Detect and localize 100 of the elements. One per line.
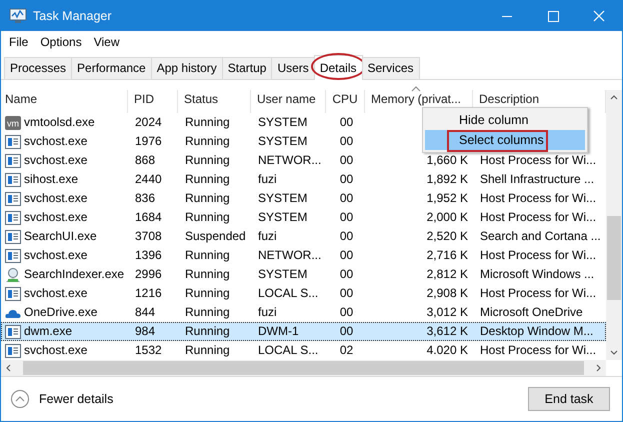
table-cell: Running — [185, 133, 230, 150]
window-icon — [5, 248, 21, 264]
table-cell: Host Process for Wi... — [480, 247, 596, 264]
column-header[interactable]: CPU — [326, 90, 365, 113]
table-cell: LOCAL S... — [258, 285, 318, 302]
table-cell: SearchUI.exe — [24, 228, 97, 245]
vertical-scrollbar[interactable] — [606, 90, 622, 360]
column-header[interactable]: Status — [178, 90, 251, 113]
window-icon — [5, 134, 21, 150]
table-cell: vmtoolsd.exe — [24, 114, 95, 131]
table-cell: Running — [185, 114, 230, 131]
table-cell: 00 — [340, 209, 354, 226]
table-cell: 844 — [135, 304, 156, 321]
table-cell: Host Process for Wi... — [480, 190, 596, 207]
table-cell: SYSTEM — [258, 209, 308, 226]
table-cell: Shell Infrastructure ... — [480, 171, 594, 188]
table-cell: svchost.exe — [24, 133, 88, 150]
table-cell: NETWOR... — [258, 152, 322, 169]
window-icon — [5, 210, 21, 226]
tab[interactable]: Services — [362, 57, 420, 79]
table-cell: Search and Cortana ... — [480, 228, 601, 245]
horizontal-scrollbar[interactable] — [1, 360, 606, 376]
table-cell: 3,012 K — [426, 304, 468, 321]
selected-row[interactable]: dwm.exe 984 Running DWM-1 00 3,612 K Desktop Window M... — [1, 322, 606, 341]
window-icon — [5, 342, 21, 358]
table-cell: svchost.exe — [24, 342, 88, 359]
table-cell: Running — [185, 171, 230, 188]
table-cell: 00 — [340, 266, 354, 283]
column-header[interactable]: PID — [128, 90, 178, 113]
table-cell: Host Process for Wi... — [480, 342, 596, 359]
tab[interactable]: Details — [314, 55, 362, 80]
table-cell: svchost.exe — [24, 152, 88, 169]
table-cell: 2,520 K — [426, 228, 468, 245]
tab[interactable]: Processes — [4, 57, 72, 79]
tab[interactable]: Startup — [222, 57, 272, 79]
table-cell: 2,812 K — [426, 266, 468, 283]
table-cell: SYSTEM — [258, 190, 308, 207]
table-cell: Running — [185, 247, 230, 264]
table-cell: SYSTEM — [258, 266, 308, 283]
table-cell: 868 — [135, 152, 156, 169]
table-cell: 00 — [340, 190, 354, 207]
menu-item[interactable]: Options — [34, 34, 88, 48]
table-cell: Microsoft Windows ... — [480, 266, 594, 283]
table-cell: 00 — [340, 114, 354, 131]
table-cell: fuzi — [258, 228, 277, 245]
table-cell: 2996 — [135, 266, 162, 283]
table-cell: DWM-1 — [258, 323, 299, 340]
magnifier-icon — [5, 266, 21, 282]
table-cell: fuzi — [258, 304, 277, 321]
table-cell: Microsoft OneDrive — [480, 304, 583, 321]
window-icon — [5, 228, 21, 244]
table-cell: Running — [185, 323, 230, 340]
menu-item[interactable]: File — [3, 34, 34, 48]
table-cell: Host Process for Wi... — [480, 285, 596, 302]
table-cell: 1,892 K — [426, 171, 468, 188]
table-cell: Desktop Window M... — [480, 323, 594, 340]
tab[interactable]: App history — [150, 57, 223, 79]
monitor-icon — [9, 8, 27, 24]
table-cell: svchost.exe — [24, 247, 88, 264]
table-cell: LOCAL S... — [258, 342, 318, 359]
table-cell: Running — [185, 285, 230, 302]
tab[interactable]: Users — [271, 57, 315, 79]
table-cell: 00 — [340, 171, 354, 188]
end-task-button[interactable]: End task — [528, 387, 610, 411]
column-header[interactable]: User name — [251, 90, 326, 113]
table-cell: 1,952 K — [426, 190, 468, 207]
table-cell: 00 — [340, 285, 354, 302]
table-cell: Running — [185, 342, 230, 359]
collapse-icon[interactable] — [10, 389, 30, 409]
column-header[interactable]: Name — [1, 90, 128, 113]
menu-item[interactable]: Hide column — [425, 110, 585, 130]
table-cell: 00 — [340, 133, 354, 150]
table-cell: Running — [185, 190, 230, 207]
table-cell: SYSTEM — [258, 133, 308, 150]
table-cell: SYSTEM — [258, 114, 308, 131]
table-cell: SearchIndexer.exe — [24, 266, 124, 283]
table-cell: 3708 — [135, 228, 162, 245]
table-cell: 1976 — [135, 133, 162, 150]
table-cell: 1684 — [135, 209, 162, 226]
table-cell: 1396 — [135, 247, 162, 264]
table-cell: 02 — [340, 342, 354, 359]
table-cell: Running — [185, 266, 230, 283]
table-cell: Running — [185, 152, 230, 169]
table-cell: Running — [185, 304, 230, 321]
table-cell: 1532 — [135, 342, 162, 359]
table-cell: 984 — [135, 323, 156, 340]
table-cell: Suspended — [185, 228, 246, 245]
table-cell: 00 — [340, 323, 354, 340]
menu-item[interactable]: Select columns — [425, 130, 585, 150]
table-cell: svchost.exe — [24, 209, 88, 226]
menu-item[interactable]: View — [88, 34, 126, 48]
table-cell: 4.020 K — [426, 342, 468, 359]
table-cell: Running — [185, 209, 230, 226]
table-cell: 00 — [340, 228, 354, 245]
table-cell: 1,660 K — [426, 152, 468, 169]
table-cell: 2,908 K — [426, 285, 468, 302]
tab[interactable]: Performance — [71, 57, 152, 79]
window-icon — [5, 324, 21, 340]
window-icon — [5, 190, 21, 206]
fewer-details-link[interactable]: Fewer details — [39, 392, 114, 406]
